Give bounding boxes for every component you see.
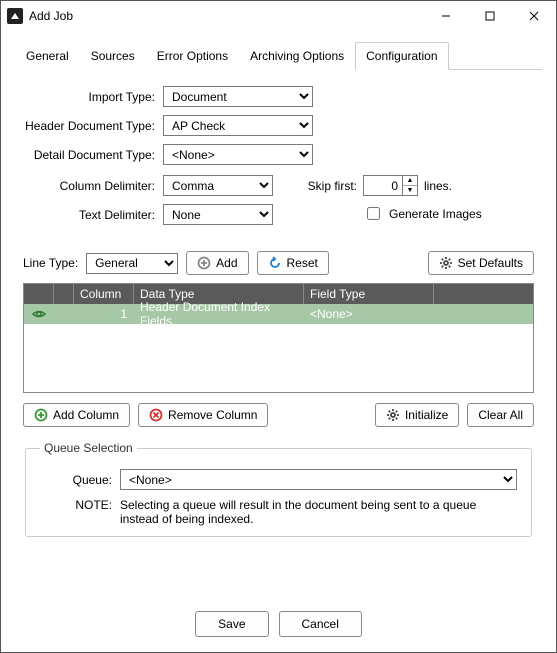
queue-label: Queue: <box>40 473 120 487</box>
configuration-panel: Import Type: Document Header Document Ty… <box>15 70 542 596</box>
window-title: Add Job <box>29 9 73 23</box>
tab-error-options[interactable]: Error Options <box>146 42 239 70</box>
cancel-button[interactable]: Cancel <box>279 611 362 637</box>
row-field-type-value: <None> <box>304 304 434 324</box>
maximize-button[interactable] <box>468 1 512 31</box>
queue-select[interactable]: <None> <box>120 469 517 490</box>
add-column-button[interactable]: Add Column <box>23 403 130 427</box>
save-button[interactable]: Save <box>195 611 268 637</box>
queue-selection-legend: Queue Selection <box>40 441 137 455</box>
text-delimiter-label: Text Delimiter: <box>23 208 163 222</box>
gear-icon <box>386 408 400 422</box>
undo-arrow-icon <box>268 256 282 270</box>
tab-bar: General Sources Error Options Archiving … <box>15 41 542 70</box>
column-delimiter-select[interactable]: Comma <box>163 175 273 196</box>
add-job-window: Add Job General Sources Error Options Ar… <box>0 0 557 653</box>
skip-first-spinner[interactable]: ▲▼ <box>363 175 418 196</box>
set-defaults-button[interactable]: Set Defaults <box>428 251 534 275</box>
column-delimiter-label: Column Delimiter: <box>23 179 163 193</box>
queue-note-label: NOTE: <box>40 498 120 526</box>
plus-circle-icon <box>197 256 211 270</box>
row-visibility-icon[interactable] <box>24 304 54 324</box>
minimize-button[interactable] <box>424 1 468 31</box>
line-type-label: Line Type: <box>23 256 78 270</box>
header-doc-type-label: Header Document Type: <box>23 119 163 133</box>
grid-header-column[interactable]: Column <box>74 284 134 304</box>
clear-all-button[interactable]: Clear All <box>467 403 534 427</box>
gear-icon <box>439 256 453 270</box>
header-doc-type-select[interactable]: AP Check <box>163 115 313 136</box>
line-type-select[interactable]: General <box>86 253 178 274</box>
skip-first-suffix: lines. <box>424 179 452 193</box>
import-type-label: Import Type: <box>23 90 163 104</box>
x-circle-icon <box>149 408 163 422</box>
detail-doc-type-select[interactable]: <None> <box>163 144 313 165</box>
skip-first-input[interactable] <box>364 176 402 195</box>
plus-circle-icon <box>34 408 48 422</box>
add-line-button[interactable]: Add <box>186 251 248 275</box>
spinner-down-icon[interactable]: ▼ <box>403 186 417 195</box>
tab-sources[interactable]: Sources <box>80 42 146 70</box>
initialize-button[interactable]: Initialize <box>375 403 459 427</box>
import-type-select[interactable]: Document <box>163 86 313 107</box>
generate-images-checkbox[interactable] <box>367 207 380 220</box>
remove-column-button[interactable]: Remove Column <box>138 403 268 427</box>
row-column-value: 1 <box>74 304 134 324</box>
spinner-up-icon[interactable]: ▲ <box>403 176 417 186</box>
app-icon <box>7 8 23 24</box>
tab-configuration[interactable]: Configuration <box>355 42 448 70</box>
table-row[interactable]: 1 Header Document Index Fields <None> <box>24 304 533 324</box>
detail-doc-type-label: Detail Document Type: <box>23 148 163 162</box>
close-button[interactable] <box>512 1 556 31</box>
dialog-footer: Save Cancel <box>1 596 556 652</box>
columns-grid: Column Data Type Field Type 1 Header Doc… <box>23 283 534 393</box>
tab-archiving-options[interactable]: Archiving Options <box>239 42 355 70</box>
tab-general[interactable]: General <box>15 42 80 70</box>
generate-images-label: Generate Images <box>389 207 482 221</box>
reset-button[interactable]: Reset <box>257 251 329 275</box>
row-data-type-value: Header Document Index Fields <box>134 304 304 324</box>
queue-selection-group: Queue Selection Queue: <None> NOTE: Sele… <box>25 441 532 537</box>
skip-first-label: Skip first: <box>303 179 363 193</box>
titlebar: Add Job <box>1 1 556 31</box>
text-delimiter-select[interactable]: None <box>163 204 273 225</box>
queue-note-text: Selecting a queue will result in the doc… <box>120 498 517 526</box>
grid-header-field-type[interactable]: Field Type <box>304 284 434 304</box>
